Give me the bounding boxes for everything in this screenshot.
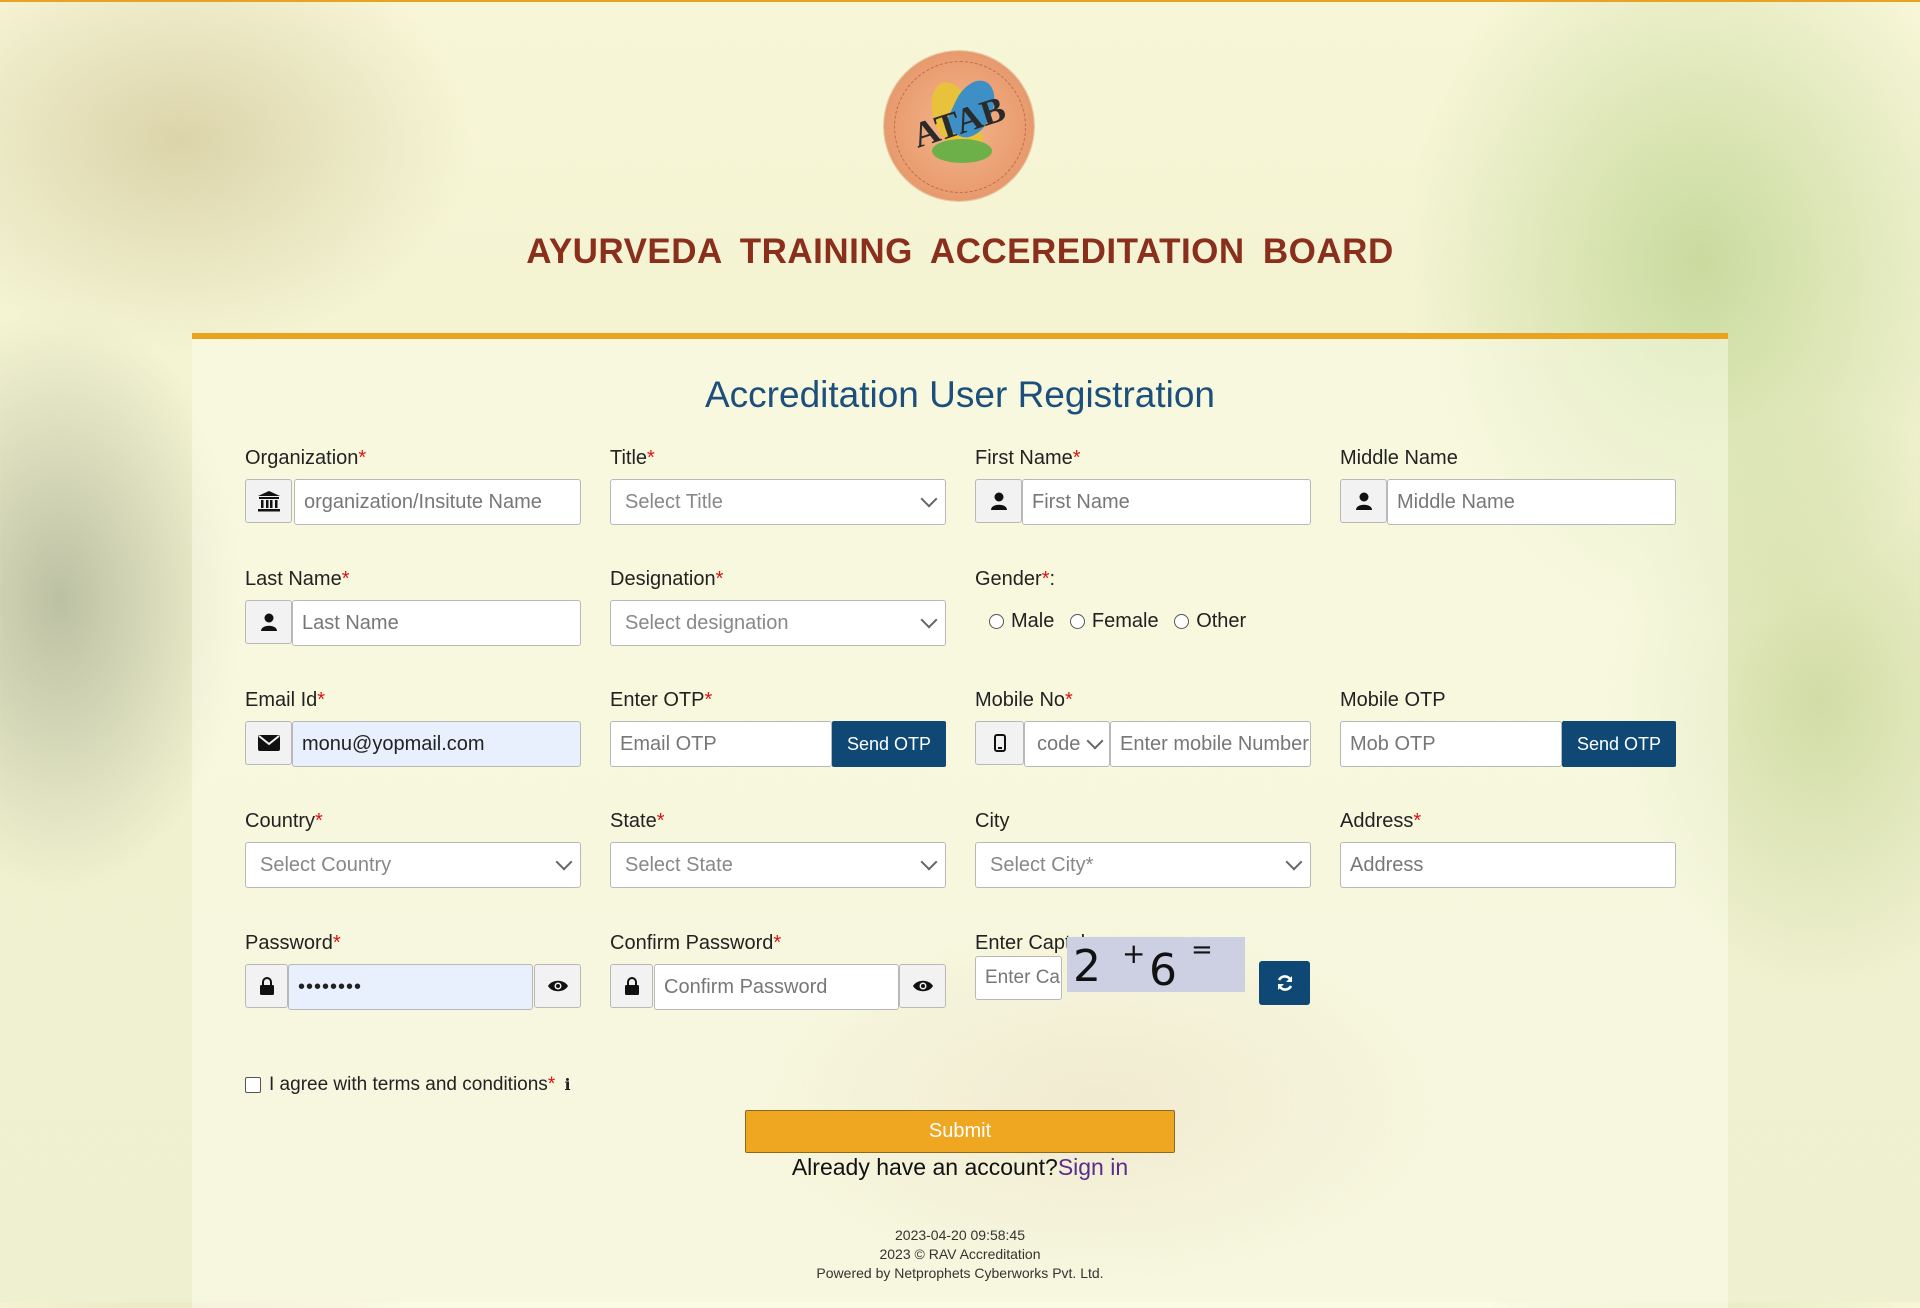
envelope-icon	[245, 721, 292, 765]
designation-select[interactable]: Select designation	[610, 600, 946, 646]
send-mobile-otp-button[interactable]: Send OTP	[1562, 721, 1676, 767]
account-prompt: Already have an account?Sign in	[791, 1154, 1129, 1180]
radio-other[interactable]	[1174, 614, 1190, 630]
country-select[interactable]: Select Country	[245, 842, 581, 888]
password-label: Password*	[245, 932, 341, 954]
eye-icon[interactable]	[534, 964, 581, 1008]
radio-male[interactable]	[989, 614, 1004, 630]
mobile-otp-input[interactable]: Mob OTP	[1340, 721, 1562, 767]
organization-input[interactable]: organization/Insitute Name	[294, 479, 581, 525]
password-input[interactable]: ••••••••	[288, 964, 533, 1010]
footer-powered-by: Powered by Netprophets Cyberworks Pvt. L…	[816, 1265, 1104, 1281]
chevron-down-icon	[555, 853, 573, 871]
organization-label: Organization*	[245, 447, 367, 469]
footer-copyright: 2023 © RAV Accreditation	[879, 1246, 1041, 1262]
terms-label[interactable]: I agree with terms and conditions	[269, 1074, 548, 1095]
state-label: State*	[610, 810, 665, 832]
chevron-down-icon	[920, 853, 938, 871]
confirm-password-label: Confirm Password*	[610, 932, 782, 954]
middle-name-input[interactable]: Middle Name	[1387, 479, 1676, 525]
confirm-password-input[interactable]: Confirm Password	[654, 964, 899, 1010]
city-label: City	[975, 810, 1010, 832]
address-input[interactable]: Address	[1340, 842, 1676, 888]
captcha-char: 2	[1073, 941, 1101, 992]
refresh-captcha-button[interactable]	[1259, 961, 1310, 1005]
submit-button[interactable]: Submit	[745, 1110, 1175, 1153]
terms-row: I agree with terms and conditions* i	[245, 1074, 571, 1096]
email-otp-input[interactable]: Email OTP	[610, 721, 832, 767]
gender-label: Gender*:	[975, 568, 1056, 590]
info-icon[interactable]: i	[565, 1075, 571, 1094]
footer: 2023-04-20 09:58:45 2023 © RAV Accredita…	[0, 1226, 1920, 1283]
sign-in-link[interactable]: Sign in	[1058, 1154, 1128, 1180]
top-accent-line	[0, 0, 1920, 2]
state-select[interactable]: Select State	[610, 842, 946, 888]
city-select[interactable]: Select City*	[975, 842, 1311, 888]
address-label: Address*	[1340, 810, 1422, 832]
email-otp-label: Enter OTP*	[610, 689, 713, 711]
user-icon	[975, 479, 1022, 523]
refresh-icon	[1277, 975, 1292, 991]
bank-icon	[245, 479, 292, 523]
chevron-down-icon	[920, 490, 938, 508]
user-icon	[245, 600, 292, 644]
lock-icon	[610, 964, 653, 1008]
captcha-char: =	[1191, 937, 1213, 965]
captcha-char: +	[1122, 937, 1146, 970]
chevron-down-icon	[920, 611, 938, 629]
email-label: Email Id*	[245, 689, 326, 711]
terms-checkbox[interactable]	[245, 1076, 261, 1093]
last-name-label: Last Name*	[245, 568, 350, 590]
first-name-input[interactable]: First Name	[1022, 479, 1311, 525]
gender-option-other[interactable]: Other	[1174, 610, 1246, 632]
user-icon	[1340, 479, 1387, 523]
gender-option-female[interactable]: Female	[1069, 610, 1159, 632]
eye-icon[interactable]	[899, 964, 946, 1008]
mobile-icon	[975, 721, 1024, 765]
chevron-down-icon	[1086, 732, 1104, 750]
captcha-input[interactable]: Enter Captcha	[975, 956, 1062, 1000]
last-name-input[interactable]: Last Name	[292, 600, 581, 646]
captcha-image: 2 + 6 =	[1067, 937, 1245, 992]
email-input[interactable]: monu@yopmail.com	[292, 721, 581, 767]
title-select[interactable]: Select Title	[610, 479, 946, 525]
gender-option-male[interactable]: Male	[989, 610, 1054, 632]
chevron-down-icon	[1285, 853, 1303, 871]
country-label: Country*	[245, 810, 323, 832]
mobile-otp-label: Mobile OTP	[1340, 689, 1446, 711]
title-label: Title*	[610, 447, 655, 469]
send-email-otp-button[interactable]: Send OTP	[832, 721, 946, 767]
footer-timestamp: 2023-04-20 09:58:45	[895, 1227, 1025, 1243]
lock-icon	[245, 964, 288, 1008]
mobile-number-input[interactable]: Enter mobile Number	[1110, 721, 1311, 767]
atab-logo: ATAB	[884, 51, 1034, 201]
designation-label: Designation*	[610, 568, 724, 590]
form-title: Accreditation User Registration	[705, 374, 1215, 415]
radio-female[interactable]	[1069, 614, 1085, 630]
mobile-label: Mobile No*	[975, 689, 1073, 711]
captcha-char: 6	[1149, 945, 1177, 992]
board-title: AYURVEDA TRAINING ACCEREDITATION BOARD	[526, 232, 1394, 271]
first-name-label: First Name*	[975, 447, 1081, 469]
middle-name-label: Middle Name	[1340, 447, 1458, 469]
country-code-select[interactable]: code	[1024, 721, 1110, 767]
